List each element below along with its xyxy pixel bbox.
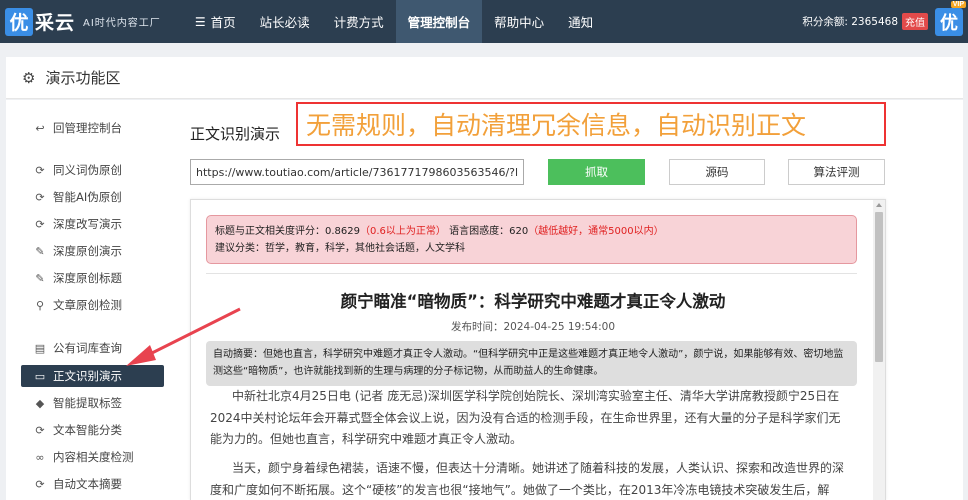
nav-console-label: 管理控制台 (407, 15, 471, 30)
sidebar-item-label: 文本智能分类 (53, 423, 122, 437)
category-label: 建议分类： (215, 243, 265, 254)
sidebar-item-text-classification[interactable]: ⟳ 文本智能分类 (21, 419, 164, 441)
book-icon: ▤ (34, 341, 46, 355)
confusion-label: 语言困惑度： (449, 226, 510, 237)
sidebar-item-label: 智能AI伪原创 (53, 190, 122, 204)
evaluate-button[interactable]: 算法评测 (788, 159, 885, 185)
vip-tag: VIP (950, 1, 966, 8)
monitor-icon: ▭ (34, 369, 46, 383)
points-label: 积分余额: 2365468 (802, 16, 898, 28)
top-navbar: 优 采云 AI时代内容工厂 ☰ 首页 站长必读 计费方式 管理控制台 帮助中心 通… (0, 0, 968, 43)
nav-notice[interactable]: 通知 (556, 0, 605, 43)
tag-icon: ◆ (35, 396, 45, 410)
nav-console[interactable]: 管理控制台 (395, 0, 483, 43)
url-input[interactable] (190, 159, 524, 185)
sidebar-item-label: 内容相关度检测 (53, 450, 134, 464)
nav-pricing-label: 计费方式 (333, 15, 384, 30)
nav-pricing[interactable]: 计费方式 (322, 0, 396, 43)
edit-icon: ✎ (35, 244, 45, 258)
sidebar-item-synonym-rewrite[interactable]: ⟳ 同义词伪原创 (21, 159, 164, 181)
confusion-value: 620 (509, 226, 529, 237)
category-value: 哲学，教育，科学，其他社会话题，人文学科 (265, 243, 465, 254)
refresh-icon: ⟳ (35, 217, 45, 231)
sidebar-item-label: 公有词库查询 (53, 341, 122, 355)
score-value: 0.8629 (325, 226, 360, 237)
category-line: 建议分类：哲学，教育，科学，其他社会话题，人文学科 (215, 240, 848, 257)
sidebar-item-label: 深度改写演示 (53, 217, 122, 231)
sidebar-item-relevance-check[interactable]: ∞ 内容相关度检测 (21, 446, 164, 468)
score-line: 标题与正文相关度评分：0.8629（0.6以上为正常） 语言困惑度：620（越低… (215, 223, 848, 240)
gear-icon: ⚙ (22, 68, 36, 87)
logo-badge: 优 (5, 7, 33, 36)
sidebar-item-deep-original[interactable]: ✎ 深度原创演示 (21, 240, 164, 262)
publish-time: 发布时间：2024-04-25 19:54:00 (450, 321, 616, 333)
nav-home[interactable]: ☰ 首页 (183, 0, 248, 43)
article-paragraph: 中新社北京4月25日电 (记者 庞无忌)深圳医学科学院创始院长、深圳湾实验室主任… (210, 389, 841, 446)
sidebar-item-original-check[interactable]: ⚲ 文章原创检测 (21, 294, 164, 316)
sidebar-item-label: 智能提取标签 (53, 396, 122, 410)
sidebar-item-public-lexicon[interactable]: ▤ 公有词库查询 (21, 337, 164, 359)
logo-slogan: AI时代内容工厂 (83, 18, 161, 29)
nav-help-label: 帮助中心 (494, 15, 545, 30)
confusion-note: （越低越好，通常5000以内） (528, 226, 664, 237)
scrollbar-thumb[interactable] (875, 212, 883, 362)
nav-help[interactable]: 帮助中心 (482, 0, 556, 43)
sidebar-item-label: 深度原创演示 (53, 244, 122, 258)
nav-home-label: 首页 (210, 15, 236, 30)
sidebar: ↩ 回管理控制台 ⟳ 同义词伪原创 ⟳ 智能AI伪原创 ⟳ 深度改写演示 ✎ 深度原创演示… (6, 100, 178, 500)
menu-icon: ☰ (194, 14, 206, 29)
nav-webmaster-guide[interactable]: 站长必读 (248, 0, 322, 43)
panel-header: ⚙ 演示功能区 (6, 57, 963, 99)
sidebar-item-original-title[interactable]: ✎ 深度原创标题 (21, 267, 164, 289)
vip-badge: 优 (940, 13, 958, 34)
score-note: （0.6以上为正常） (360, 226, 446, 237)
link-icon: ∞ (35, 450, 45, 464)
refresh-icon: ⟳ (35, 163, 45, 177)
nav-notice-label: 通知 (568, 15, 594, 30)
panel-title: 演示功能区 (45, 69, 121, 87)
main-nav: ☰ 首页 站长必读 计费方式 管理控制台 帮助中心 通知 (183, 0, 605, 43)
points-balance: 积分余额: 2365468 充值 (802, 0, 928, 43)
sidebar-item-tag-extraction[interactable]: ◆ 智能提取标签 (21, 392, 164, 414)
sidebar-item-label: 文章原创检测 (53, 298, 122, 312)
article-paragraph: 当天，颜宁身着绿色裙装，语速不慢，但表达十分清晰。她讲述了随着科技的发展，人类认… (210, 461, 845, 497)
recharge-button[interactable]: 充值 (902, 13, 928, 30)
divider (206, 273, 857, 274)
callout-annotation: 无需规则，自动清理冗余信息，自动识别正文 (296, 102, 886, 146)
sidebar-item-label: 回管理控制台 (53, 121, 122, 135)
sidebar-item-label: 同义词伪原创 (53, 163, 122, 177)
back-arrow-icon: ↩ (35, 121, 45, 135)
scroll-up-arrow-icon[interactable] (876, 203, 882, 207)
sidebar-item-deep-rewrite[interactable]: ⟳ 深度改写演示 (21, 213, 164, 235)
refresh-icon: ⟳ (35, 190, 45, 204)
fetch-button[interactable]: 抓取 (548, 159, 645, 185)
sidebar-item-ai-rewrite[interactable]: ⟳ 智能AI伪原创 (21, 186, 164, 208)
nav-webmaster-guide-label: 站长必读 (259, 15, 310, 30)
sidebar-item-label: 自动文本摘要 (53, 477, 122, 491)
refresh-icon: ⟳ (35, 423, 45, 437)
article-title: 颜宁瞄准“暗物质”：科学研究中难题才真正令人激动 (340, 292, 726, 311)
score-box: 标题与正文相关度评分：0.8629（0.6以上为正常） 语言困惑度：620（越低… (206, 215, 857, 264)
logo-name: 采云 (35, 12, 76, 34)
edit-icon: ✎ (35, 271, 45, 285)
auto-summary: 自动摘要：但她也直言，科学研究中难题才真正令人激动。“但科学研究中正是这些难题才… (206, 341, 857, 386)
sidebar-item-auto-summary[interactable]: ⟳ 自动文本摘要 (21, 473, 164, 495)
result-panel: 标题与正文相关度评分：0.8629（0.6以上为正常） 语言困惑度：620（越低… (190, 199, 886, 500)
source-button[interactable]: 源码 (669, 159, 765, 185)
demo-title: 正文识别演示 (190, 125, 281, 143)
sidebar-item-back-console[interactable]: ↩ 回管理控制台 (21, 117, 164, 139)
scrollbar[interactable] (873, 200, 885, 500)
sidebar-item-text-recognition[interactable]: ▭ 正文识别演示 (21, 365, 164, 387)
sidebar-item-label: 正文识别演示 (53, 369, 122, 383)
vip-avatar[interactable]: 优 VIP (935, 1, 966, 36)
logo[interactable]: 优 采云 AI时代内容工厂 (5, 0, 161, 43)
main-content: 正文识别演示 无需规则，自动清理冗余信息，自动识别正文 抓取 源码 算法评测 标… (178, 100, 963, 500)
search-icon: ⚲ (35, 298, 45, 312)
score-label: 标题与正文相关度评分： (215, 226, 325, 237)
refresh-icon: ⟳ (35, 477, 45, 491)
sidebar-item-label: 深度原创标题 (53, 271, 122, 285)
